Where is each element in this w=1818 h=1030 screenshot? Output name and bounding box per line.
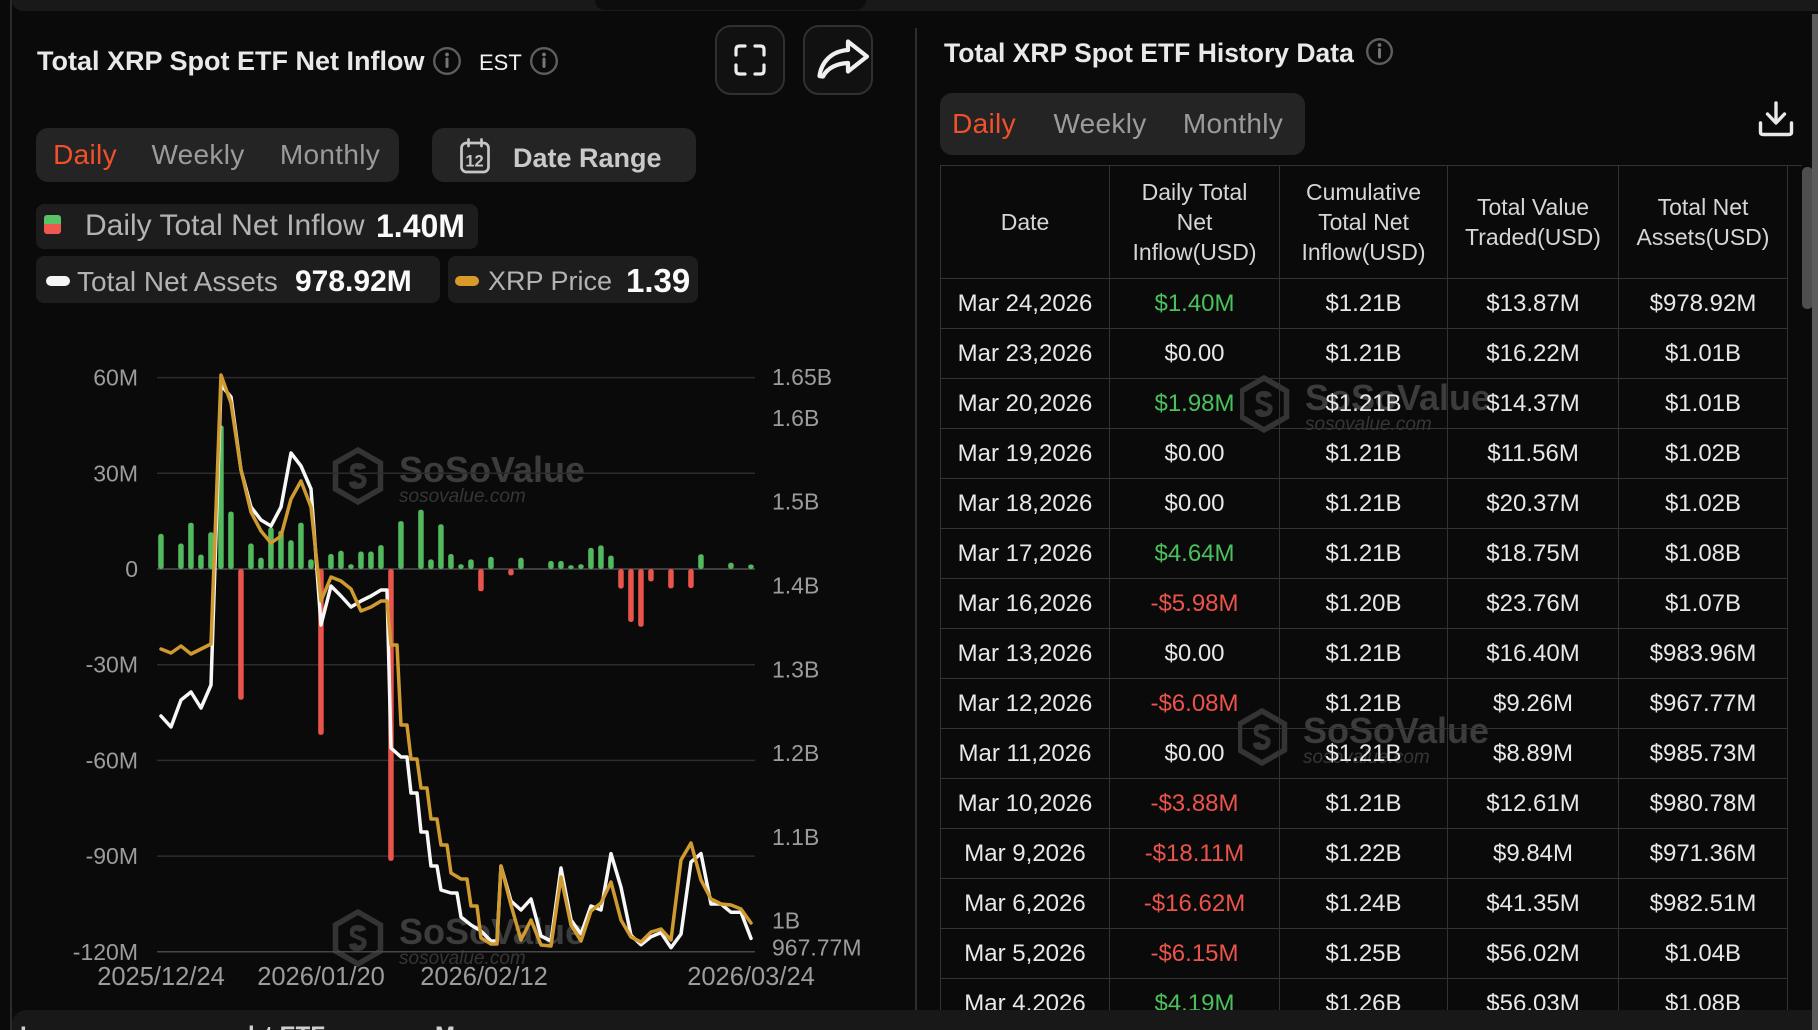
svg-text:0: 0 [125,556,138,582]
svg-text:2025/12/24: 2025/12/24 [97,963,225,991]
svg-text:SoSoValue: SoSoValue [399,911,585,952]
svg-text:60M: 60M [93,365,138,391]
svg-text:1.1B: 1.1B [772,824,819,850]
svg-text:1.4B: 1.4B [772,573,819,599]
svg-text:-90M: -90M [86,843,138,869]
svg-text:sosovalue.com: sosovalue.com [399,486,526,507]
svg-text:1.65B: 1.65B [772,364,832,390]
svg-text:2026/03/24: 2026/03/24 [687,963,815,991]
svg-text:1.3B: 1.3B [772,656,819,682]
svg-text:-60M: -60M [86,747,138,773]
svg-text:967.77M: 967.77M [772,935,862,961]
svg-text:1B: 1B [772,908,800,934]
svg-text:2026/01/20: 2026/01/20 [257,963,385,991]
svg-text:-30M: -30M [86,652,138,678]
svg-text:2026/02/12: 2026/02/12 [420,963,548,991]
svg-text:SoSoValue: SoSoValue [399,449,585,490]
svg-text:-120M: -120M [73,939,138,965]
svg-text:30M: 30M [93,460,138,486]
svg-text:1.2B: 1.2B [772,740,819,766]
svg-text:1.6B: 1.6B [772,405,819,431]
svg-text:1.5B: 1.5B [772,489,819,515]
